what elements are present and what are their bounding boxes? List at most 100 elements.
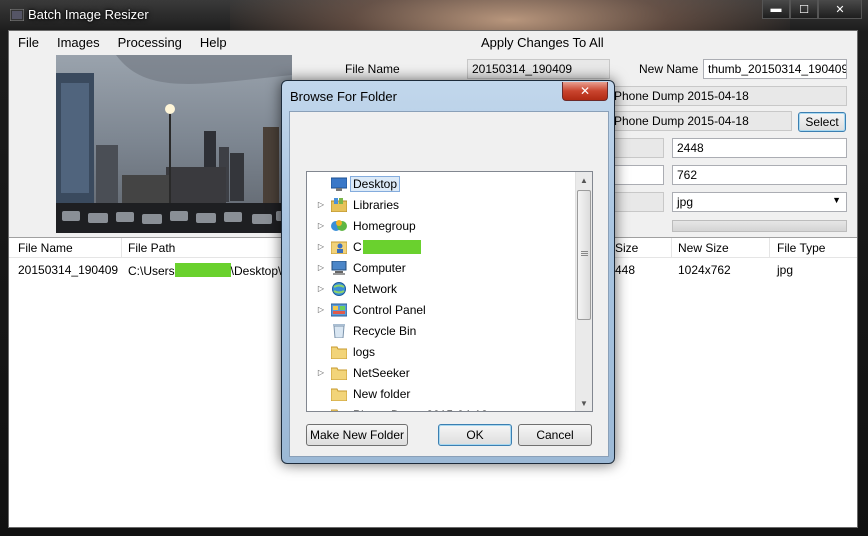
expand-arrow-icon[interactable]: ▷ [317, 221, 325, 230]
tree-item-new-folder[interactable]: New folder [307, 383, 577, 404]
browse-for-folder-dialog: Browse For Folder ✕ Desktop ▷ Libraries ▷ Ho… [281, 80, 615, 464]
dialog-close-button[interactable]: ✕ [562, 82, 608, 101]
expand-arrow-icon[interactable]: ▷ [317, 263, 325, 272]
tree-item-network[interactable]: ▷ Network [307, 278, 577, 299]
source-folder-field: Phone Dump 2015-04-18 [607, 86, 847, 106]
folder-tree[interactable]: Desktop ▷ Libraries ▷ Homegroup ▷ C ▷ Computer ▷ N… [306, 171, 593, 412]
window-title: Batch Image Resizer [28, 7, 149, 22]
minimize-button[interactable]: ▬ [762, 0, 790, 19]
column-divider [121, 238, 122, 258]
scroll-down-arrow-icon[interactable]: ▼ [576, 395, 592, 411]
column-file-type[interactable]: File Type [777, 241, 825, 255]
tree-item-label: New folder [353, 386, 411, 401]
redaction-block [362, 239, 421, 254]
tree-item-label: Homegroup [353, 218, 416, 233]
maximize-button[interactable]: ☐ [790, 0, 818, 19]
menu-bar: File Images Processing Help [9, 31, 236, 53]
tree-item-libraries[interactable]: ▷ Libraries [307, 194, 577, 215]
expand-arrow-icon[interactable]: ▷ [317, 200, 325, 209]
row-file-name: 20150314_190409 [18, 263, 119, 277]
column-file-name[interactable]: File Name [18, 241, 73, 255]
row-file-path: C:\Users \Desktop\P... [128, 263, 298, 278]
progress-bar [672, 220, 847, 232]
homegroup-icon [331, 219, 347, 233]
column-size[interactable]: Size [615, 241, 638, 255]
app-icon [10, 9, 24, 21]
column-file-path[interactable]: File Path [128, 241, 175, 255]
ok-button[interactable]: OK [438, 424, 512, 446]
tree-item-logs[interactable]: logs [307, 341, 577, 362]
close-button[interactable]: ✕ [818, 0, 862, 19]
menu-help[interactable]: Help [191, 31, 236, 53]
original-format-field [607, 192, 664, 212]
tree-item-homegroup[interactable]: ▷ Homegroup [307, 215, 577, 236]
libraries-icon [330, 197, 348, 212]
menu-images[interactable]: Images [48, 31, 109, 53]
caption-buttons: ▬ ☐ ✕ [762, 0, 862, 20]
dialog-body: Desktop ▷ Libraries ▷ Homegroup ▷ C ▷ Computer ▷ N… [289, 111, 609, 457]
tree-item-label: Recycle Bin [353, 323, 417, 338]
cancel-button[interactable]: Cancel [518, 424, 592, 446]
tree-item-label: C [353, 239, 362, 254]
tree-item-label: logs [353, 344, 376, 359]
file-name-label: File Name [345, 62, 400, 76]
destination-folder-field: Phone Dump 2015-04-18 [607, 111, 792, 131]
file-name-field: 20150314_190409 [467, 59, 610, 79]
folder-icon [330, 366, 348, 380]
control-panel-icon [330, 303, 348, 317]
folder-icon [330, 345, 348, 359]
network-icon [331, 281, 347, 296]
desktop-icon [330, 177, 348, 191]
tree-item-netseeker[interactable]: ▷ NetSeeker [307, 362, 577, 383]
apply-changes-to-all[interactable]: Apply Changes To All [481, 35, 604, 50]
folder-icon [330, 408, 348, 411]
expand-arrow-icon[interactable]: ▷ [317, 242, 325, 251]
user-folder-icon [330, 240, 348, 254]
row-new-size: 1024x762 [678, 263, 731, 277]
format-select-value: jpg [677, 195, 694, 209]
new-name-input[interactable]: thumb_20150314_190409 [703, 59, 847, 79]
tree-item-phone-dump-2015-04-18[interactable]: Phone Dump 2015-04-18 [307, 404, 577, 411]
expand-arrow-icon[interactable]: ▷ [317, 284, 325, 293]
column-divider [769, 238, 770, 258]
select-folder-button[interactable]: Select [798, 112, 846, 132]
tree-item-control-panel[interactable]: ▷ Control Panel [307, 299, 577, 320]
grip-icon [581, 251, 588, 252]
format-select[interactable]: jpg ▼ [672, 192, 847, 212]
computer-icon [331, 260, 347, 275]
close-icon: ✕ [579, 84, 591, 98]
tree-item-computer[interactable]: ▷ Computer [307, 257, 577, 278]
recycle-bin-icon [331, 323, 347, 338]
scroll-thumb[interactable] [577, 190, 591, 320]
tree-item-label: Libraries [353, 197, 400, 212]
chevron-down-icon: ▼ [832, 195, 841, 205]
tree-item-recycle-bin[interactable]: Recycle Bin [307, 320, 577, 341]
tree-item-label: NetSeeker [353, 365, 410, 380]
width-input[interactable]: 2448 [672, 138, 847, 158]
tree-scrollbar[interactable]: ▲ ▼ [575, 172, 592, 411]
original-width-field [607, 138, 664, 158]
expand-arrow-icon[interactable]: ▷ [317, 368, 325, 377]
tree-item-label: Desktop [350, 175, 401, 192]
tree-item-desktop[interactable]: Desktop [307, 173, 577, 194]
menu-file[interactable]: File [9, 31, 48, 53]
new-name-label: New Name [639, 62, 699, 76]
tree-item-c[interactable]: ▷ C [307, 236, 577, 257]
redaction-block [174, 263, 231, 277]
row-file-type: jpg [777, 263, 794, 277]
height-input[interactable]: 762 [672, 165, 847, 185]
menu-processing[interactable]: Processing [109, 31, 191, 53]
column-divider [671, 238, 672, 258]
folder-icon [330, 387, 348, 401]
tree-item-label: Control Panel [353, 302, 426, 317]
scroll-up-arrow-icon[interactable]: ▲ [576, 172, 592, 188]
image-preview [56, 55, 292, 233]
file-path-prefix: C:\Users [128, 264, 175, 278]
row-size: 448 [615, 263, 636, 277]
tree-item-label: Computer [353, 260, 406, 275]
expand-arrow-icon[interactable]: ▷ [317, 305, 325, 314]
tree-item-label: Network [353, 281, 398, 296]
column-new-size[interactable]: New Size [678, 241, 729, 255]
dialog-title: Browse For Folder [290, 89, 397, 104]
make-new-folder-button[interactable]: Make New Folder [306, 424, 408, 446]
